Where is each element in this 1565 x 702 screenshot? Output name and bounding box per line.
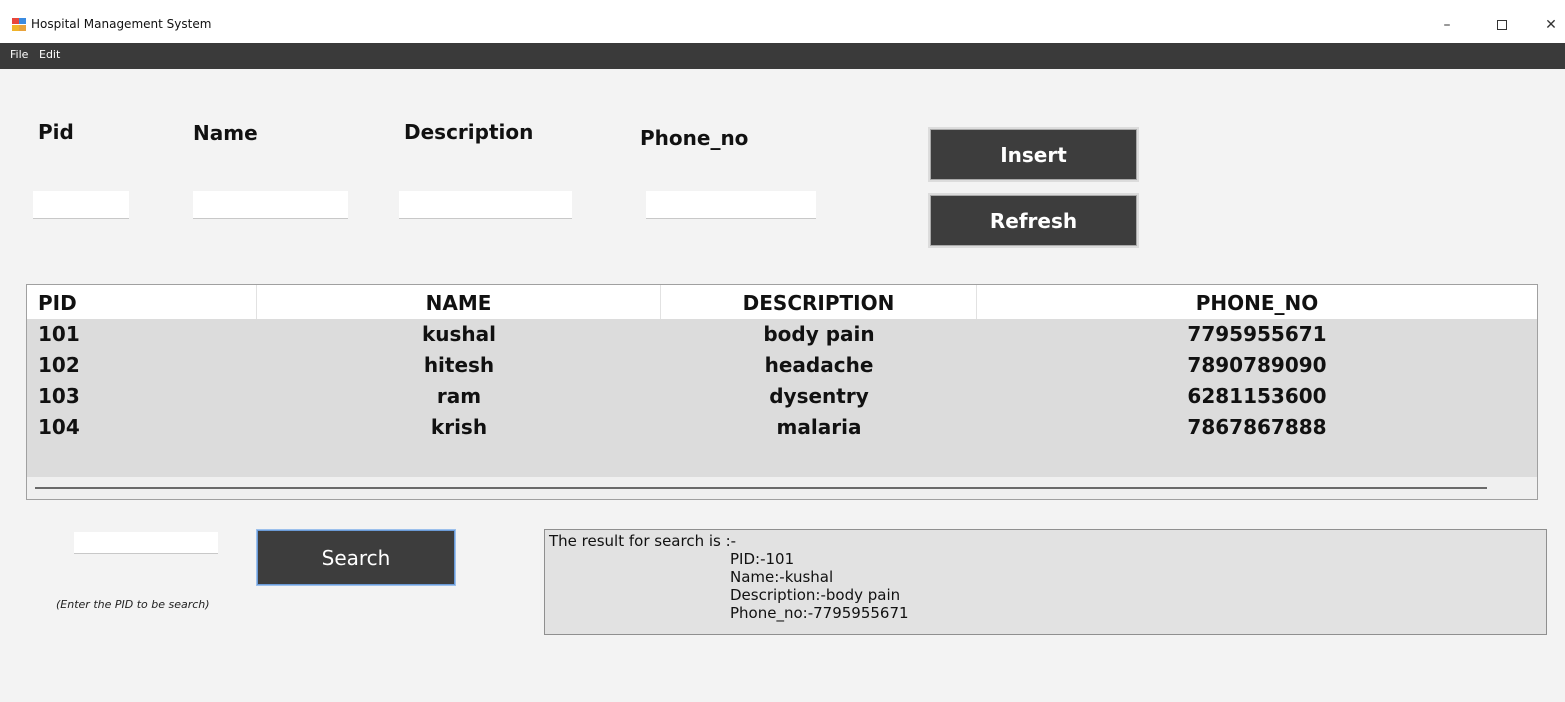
cell-name: hitesh xyxy=(423,353,495,377)
description-input[interactable] xyxy=(399,191,572,219)
cell-pid: 102 xyxy=(38,353,80,377)
column-header-description[interactable]: DESCRIPTION xyxy=(661,285,977,319)
refresh-button[interactable]: Refresh xyxy=(930,195,1137,246)
pid-input[interactable] xyxy=(33,191,129,219)
table-row[interactable]: 103 ram dysentry 6281153600 xyxy=(27,381,1537,412)
cell-name: krish xyxy=(430,415,488,439)
menu-file[interactable]: File xyxy=(10,48,28,61)
scrollbar-thumb[interactable] xyxy=(35,487,1487,489)
phone-input[interactable] xyxy=(646,191,816,219)
table-row[interactable]: 101 kushal body pain 7795955671 xyxy=(27,319,1537,350)
app-icon xyxy=(12,18,27,32)
column-header-name[interactable]: NAME xyxy=(257,285,661,319)
cell-phone: 7890789090 xyxy=(1187,353,1327,377)
horizontal-scrollbar[interactable] xyxy=(27,477,1537,499)
cell-description: body pain xyxy=(763,322,875,346)
menu-edit[interactable]: Edit xyxy=(39,48,60,61)
grid-body: 101 kushal body pain 7795955671 102 hite… xyxy=(27,319,1537,443)
result-heading: The result for search is :- xyxy=(549,532,737,550)
pid-label: Pid xyxy=(38,120,74,144)
search-hint: (Enter the PID to be search) xyxy=(56,598,210,611)
close-button[interactable]: ✕ xyxy=(1538,12,1564,38)
result-description: Description:-body pain xyxy=(730,586,901,604)
cell-name: kushal xyxy=(421,322,497,346)
search-button[interactable]: Search xyxy=(257,530,455,585)
cell-description: headache xyxy=(764,353,874,377)
window-title: Hospital Management System xyxy=(31,17,212,31)
result-phone: Phone_no:-7795955671 xyxy=(730,604,909,622)
cell-pid: 101 xyxy=(38,322,80,346)
table-row[interactable]: 104 krish malaria 7867867888 xyxy=(27,412,1537,443)
maximize-button[interactable] xyxy=(1489,12,1515,38)
grid-header: PID NAME DESCRIPTION PHONE_NO xyxy=(27,285,1537,319)
cell-phone: 6281153600 xyxy=(1187,384,1327,408)
search-result-box: The result for search is :- PID:-101 Nam… xyxy=(544,529,1547,635)
cell-description: dysentry xyxy=(769,384,869,408)
cell-pid: 103 xyxy=(38,384,80,408)
name-label: Name xyxy=(193,121,258,145)
description-label: Description xyxy=(404,120,534,144)
cell-description: malaria xyxy=(776,415,862,439)
column-header-pid[interactable]: PID xyxy=(27,285,257,319)
insert-button[interactable]: Insert xyxy=(930,129,1137,180)
cell-phone: 7867867888 xyxy=(1187,415,1327,439)
column-header-phone[interactable]: PHONE_NO xyxy=(977,285,1537,319)
table-row[interactable]: 102 hitesh headache 7890789090 xyxy=(27,350,1537,381)
maximize-icon xyxy=(1497,20,1507,30)
search-pid-input[interactable] xyxy=(74,532,218,554)
minimize-button[interactable]: – xyxy=(1434,12,1460,38)
name-input[interactable] xyxy=(193,191,348,219)
result-name: Name:-kushal xyxy=(730,568,834,586)
app-window: Hospital Management System – ✕ File Edit… xyxy=(0,0,1565,702)
result-pid: PID:-101 xyxy=(730,550,795,568)
phone-label: Phone_no xyxy=(640,126,749,150)
cell-pid: 104 xyxy=(38,415,80,439)
cell-name: ram xyxy=(436,384,482,408)
cell-phone: 7795955671 xyxy=(1187,322,1327,346)
title-bar: Hospital Management System – ✕ xyxy=(0,0,1565,43)
menu-bar: File Edit xyxy=(0,43,1565,69)
patients-grid[interactable]: PID NAME DESCRIPTION PHONE_NO 101 kushal… xyxy=(26,284,1538,500)
